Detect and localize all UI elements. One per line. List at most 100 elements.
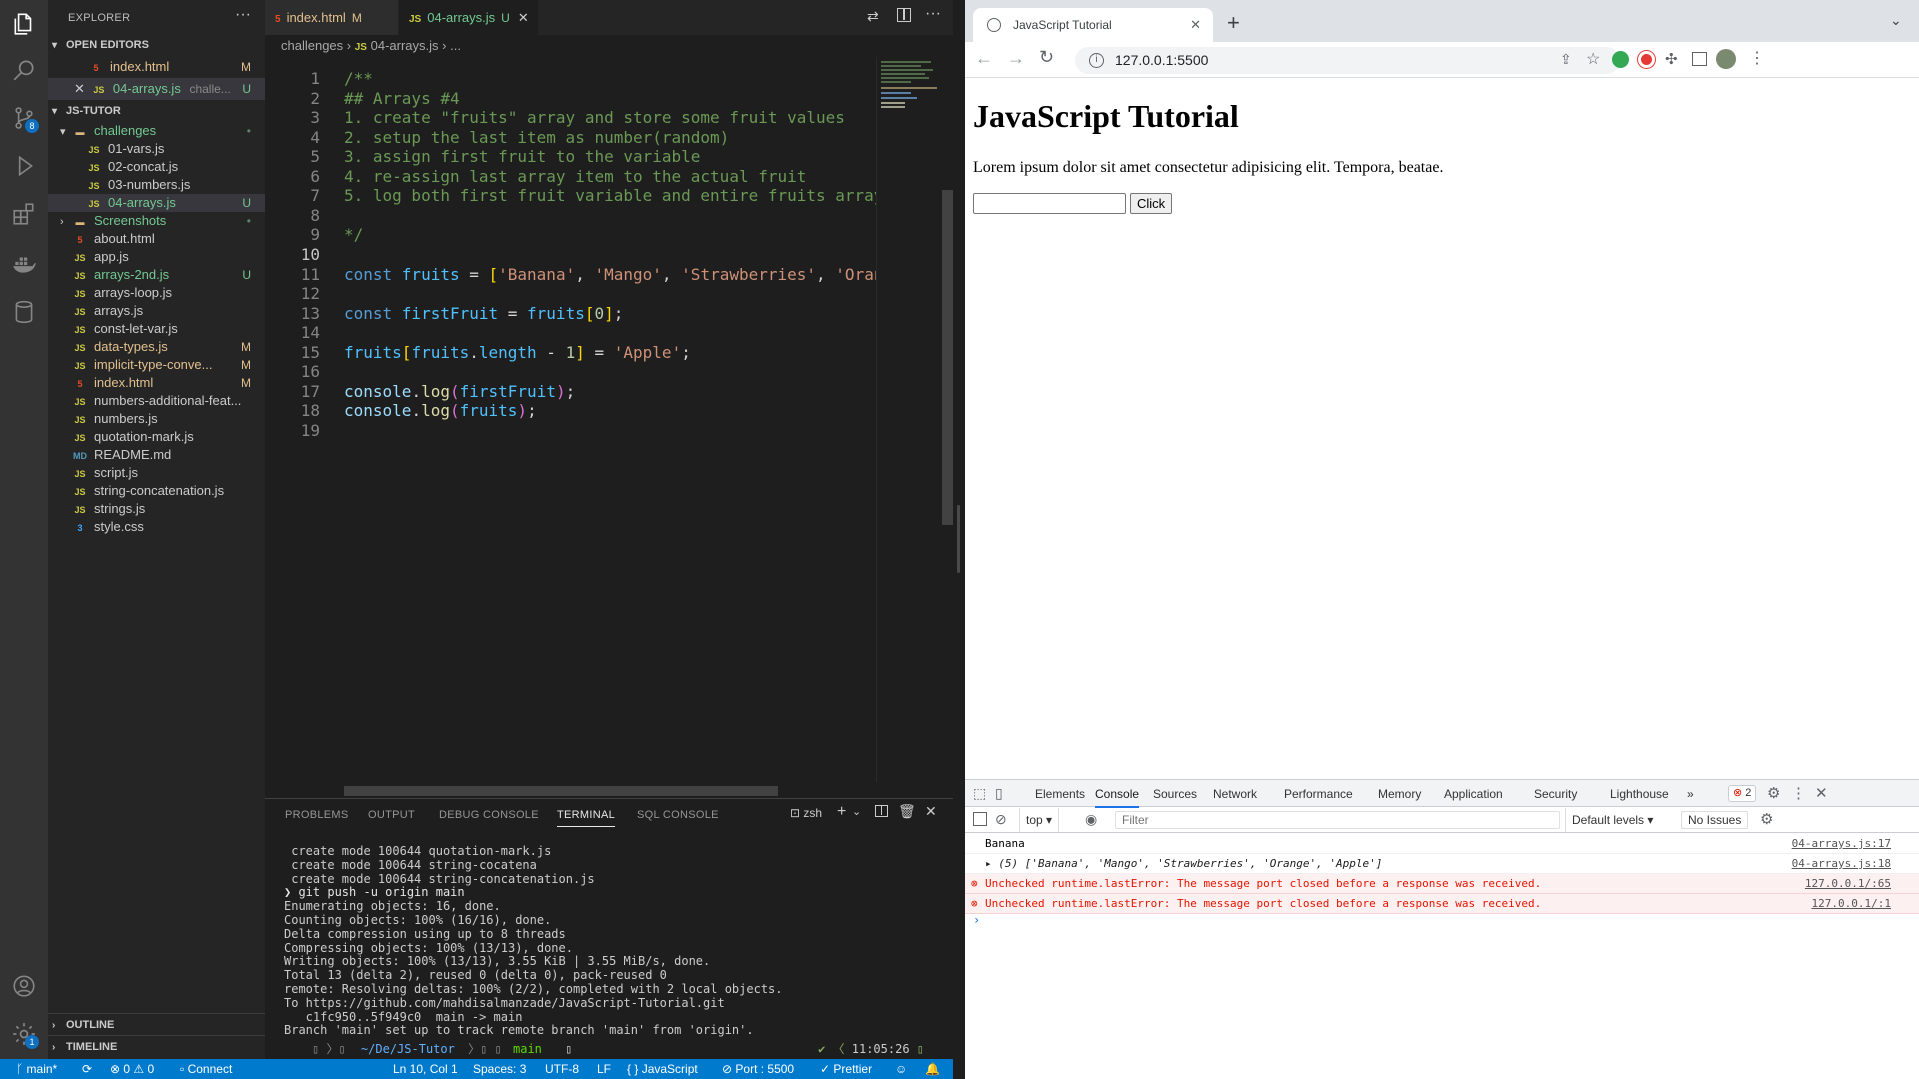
tab-lighthouse[interactable]: Lighthouse: [1610, 787, 1669, 801]
inspect-element-icon[interactable]: ⬚: [973, 785, 986, 802]
feedback-icon[interactable]: ☺: [895, 1059, 907, 1079]
site-info-icon[interactable]: i: [1089, 53, 1104, 68]
outline-header[interactable]: › OUTLINE: [48, 1013, 265, 1035]
code-line[interactable]: console.log(firstFruit);: [344, 382, 575, 401]
explorer-more-button[interactable]: ···: [235, 6, 251, 24]
code-line[interactable]: 4. re-assign last array item to the actu…: [344, 167, 806, 186]
share-icon[interactable]: ⇪: [1560, 51, 1572, 68]
trash-icon[interactable]: 🗑: [898, 803, 916, 820]
more-actions-icon[interactable]: ···: [925, 5, 941, 23]
code-line[interactable]: fruits[fruits.length - 1] = 'Apple';: [344, 343, 691, 362]
tab-memory[interactable]: Memory: [1378, 787, 1421, 801]
code-line[interactable]: 2. setup the last item as number(random): [344, 128, 729, 147]
run-debug-icon[interactable]: [8, 150, 40, 182]
console-source-link[interactable]: 04-arrays.js:18: [1792, 854, 1891, 874]
close-icon[interactable]: ✕: [74, 81, 85, 96]
tree-item[interactable]: 5 index.html M: [48, 374, 265, 392]
console-message[interactable]: Banana 04-arrays.js:17: [965, 834, 1919, 854]
tree-item[interactable]: JS const-let-var.js: [48, 320, 265, 338]
tab-debug-console[interactable]: DEBUG CONSOLE: [439, 809, 539, 821]
tree-item[interactable]: 3 style.css: [48, 518, 265, 536]
new-terminal-icon[interactable]: +: [837, 803, 846, 821]
devtools-settings-icon[interactable]: ⚙: [1767, 784, 1780, 802]
code-line[interactable]: console.log(fruits);: [344, 401, 537, 420]
editor-vertical-scrollbar[interactable]: [942, 190, 953, 525]
reload-icon[interactable]: ↻: [1039, 47, 1054, 68]
open-editor-item[interactable]: 5 index.html M: [48, 56, 265, 78]
tab-network[interactable]: Network: [1213, 787, 1257, 801]
account-icon[interactable]: [8, 970, 40, 1002]
end-of-line[interactable]: LF: [597, 1059, 611, 1079]
tree-item[interactable]: JS app.js: [48, 248, 265, 266]
text-input[interactable]: [973, 193, 1126, 214]
docker-icon[interactable]: [8, 248, 40, 280]
files-icon[interactable]: [8, 8, 40, 40]
tree-item[interactable]: JS arrays-loop.js: [48, 284, 265, 302]
database-icon[interactable]: [8, 296, 40, 328]
tree-item[interactable]: JS 04-arrays.js U: [48, 194, 265, 212]
sync-icon[interactable]: ⟳: [82, 1059, 92, 1079]
tree-item[interactable]: JS numbers-additional-feat...: [48, 392, 265, 410]
extensions-icon[interactable]: [8, 198, 40, 230]
tree-item[interactable]: JS 01-vars.js: [48, 140, 265, 158]
live-expression-eye-icon[interactable]: ◉: [1085, 811, 1097, 828]
side-panel-icon[interactable]: [1692, 52, 1707, 66]
code-line[interactable]: const firstFruit = fruits[0];: [344, 304, 623, 323]
source-control-icon[interactable]: 8: [8, 102, 40, 134]
tree-item[interactable]: JS 02-concat.js: [48, 158, 265, 176]
issues-button[interactable]: No Issues: [1681, 811, 1749, 829]
console-source-link[interactable]: 04-arrays.js:17: [1792, 834, 1891, 854]
tree-item[interactable]: JS quotation-mark.js: [48, 428, 265, 446]
notifications-bell-icon[interactable]: 🔔: [925, 1059, 940, 1079]
new-tab-icon[interactable]: +: [1227, 10, 1240, 36]
problems-status[interactable]: ⊗ 0 ⚠ 0: [110, 1059, 154, 1079]
tree-item[interactable]: JS strings.js: [48, 500, 265, 518]
project-header[interactable]: ▾ JS-TUTOR: [48, 100, 265, 122]
console-settings-icon[interactable]: ⚙: [1760, 810, 1773, 828]
clear-console-icon[interactable]: ⊘: [995, 811, 1007, 828]
click-button[interactable]: Click: [1130, 193, 1173, 214]
console-source-link[interactable]: 127.0.0.1/:1: [1812, 894, 1891, 914]
breadcrumb-more[interactable]: ...: [450, 38, 461, 53]
breadcrumb-folder[interactable]: challenges: [281, 38, 343, 53]
more-tabs-icon[interactable]: »: [1687, 787, 1694, 801]
tree-item[interactable]: JS script.js: [48, 464, 265, 482]
forward-icon[interactable]: →: [1007, 48, 1025, 69]
address-bar[interactable]: i 127.0.0.1:5500: [1075, 47, 1620, 74]
chevron-down-icon[interactable]: ⌄: [852, 805, 861, 818]
window-divider[interactable]: [953, 0, 965, 1079]
context-selector[interactable]: top ▾: [1019, 808, 1060, 832]
close-panel-icon[interactable]: ✕: [925, 803, 937, 820]
tab-search-icon[interactable]: ⌄: [1890, 12, 1902, 29]
chrome-menu-icon[interactable]: ⋮: [1749, 48, 1765, 68]
language-mode[interactable]: { } JavaScript: [627, 1059, 698, 1079]
avatar[interactable]: [1716, 49, 1736, 69]
open-editors-header[interactable]: ▾ OPEN EDITORS: [48, 34, 265, 56]
prettier-status[interactable]: ✓ Prettier: [820, 1059, 872, 1079]
live-server-port[interactable]: ⊘ Port : 5500: [722, 1059, 794, 1079]
close-devtools-icon[interactable]: ✕: [1815, 784, 1828, 802]
indentation[interactable]: Spaces: 3: [473, 1059, 526, 1079]
terminal-shell-selector[interactable]: ⊡ zsh: [790, 806, 822, 820]
extension-green-icon[interactable]: [1612, 51, 1629, 68]
tree-item[interactable]: JS arrays-2nd.js U: [48, 266, 265, 284]
split-editor-icon[interactable]: [897, 8, 911, 22]
tab-security[interactable]: Security: [1534, 787, 1577, 801]
close-tab-icon[interactable]: ✕: [1190, 8, 1201, 42]
tab-console[interactable]: Console: [1095, 787, 1140, 808]
sidebar-toggle-icon[interactable]: [973, 812, 987, 826]
log-levels-dropdown[interactable]: Default levels ▾: [1565, 808, 1659, 832]
tree-item[interactable]: JS data-types.js M: [48, 338, 265, 356]
resize-grip[interactable]: [957, 505, 960, 573]
code-line[interactable]: const fruits = ['Banana', 'Mango', 'Stra…: [344, 265, 953, 284]
editor-horizontal-scrollbar[interactable]: [344, 786, 778, 796]
manage-gear-icon[interactable]: 1: [8, 1018, 40, 1050]
back-icon[interactable]: ←: [975, 48, 993, 69]
tree-item[interactable]: › ▬ Screenshots •: [48, 212, 265, 230]
tree-item[interactable]: ▾ ▬ challenges •: [48, 122, 265, 140]
tab-index-html[interactable]: 5 index.html M: [265, 0, 399, 35]
code-line[interactable]: */: [344, 225, 363, 244]
console-prompt-icon[interactable]: ›: [973, 913, 980, 927]
tree-item[interactable]: JS arrays.js: [48, 302, 265, 320]
code-line[interactable]: 3. assign first fruit to the variable: [344, 147, 700, 166]
